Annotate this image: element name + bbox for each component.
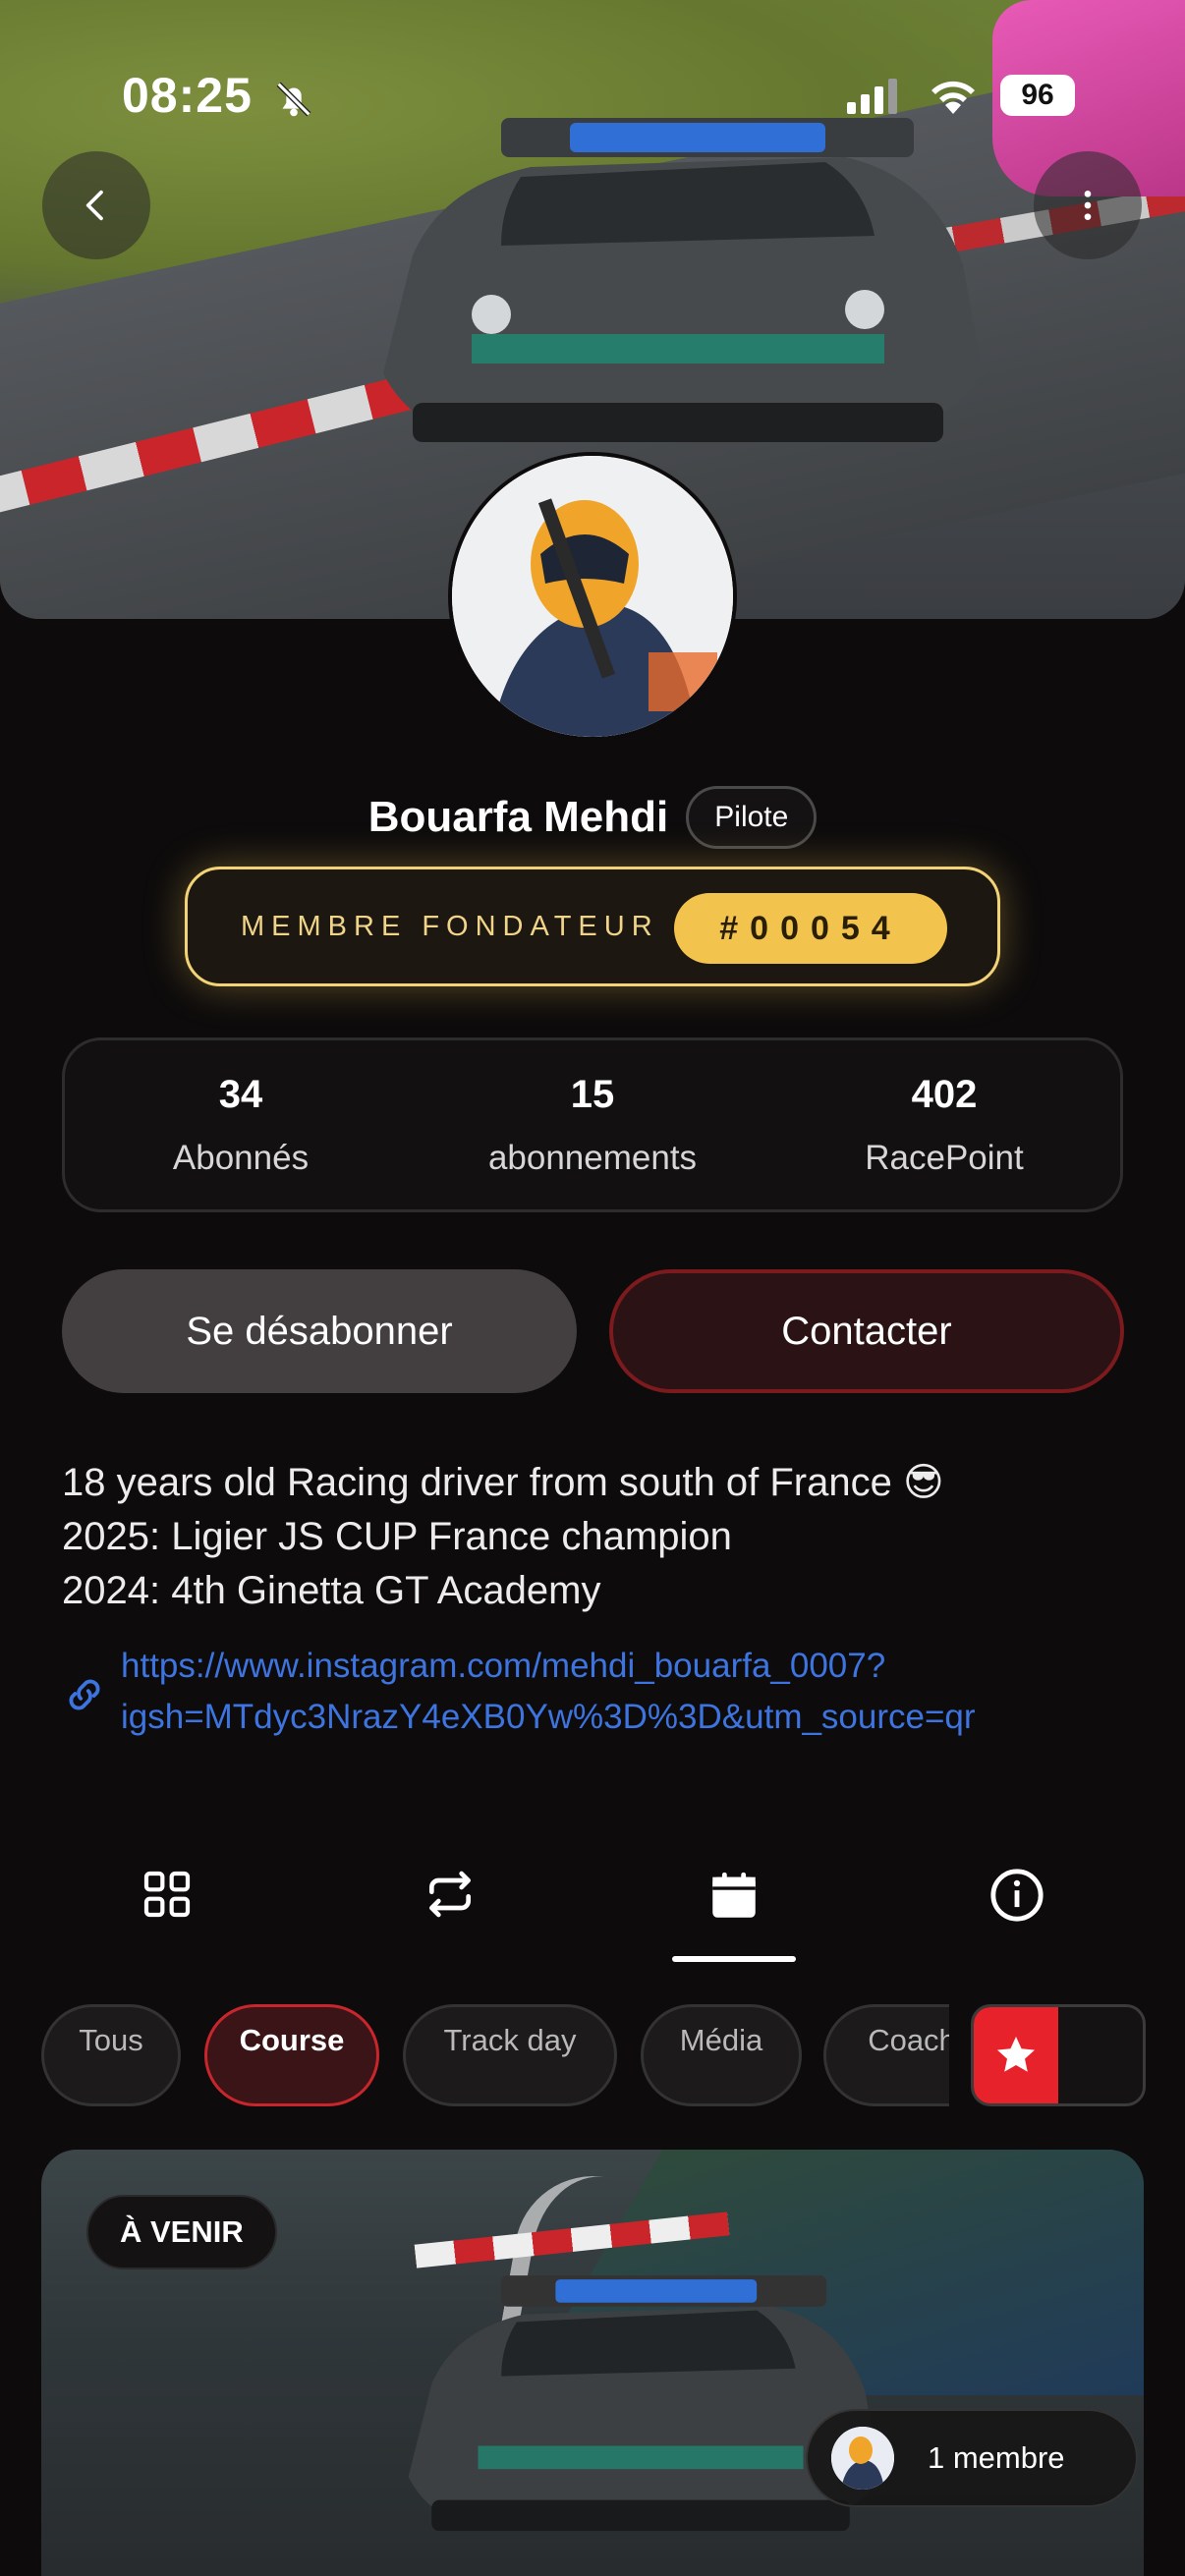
stat-following[interactable]: 15 abonnements: [417, 1040, 768, 1209]
stat-value: 34: [218, 1072, 263, 1116]
more-options-button[interactable]: [1034, 151, 1142, 259]
profile-name: Bouarfa Mehdi: [367, 793, 669, 841]
link-url-line: https://www.instagram.com/mehdi_bouarfa_…: [121, 1647, 886, 1685]
founder-member-badge: MEMBRE FONDATEUR #00054: [185, 867, 1000, 986]
stat-value: 15: [570, 1072, 615, 1116]
bio-line: 2025: Ligier JS CUP France champion: [62, 1515, 732, 1558]
info-icon: [990, 1869, 1044, 1922]
back-button[interactable]: [42, 151, 150, 259]
avatar[interactable]: [448, 452, 737, 741]
contact-button[interactable]: Contacter: [609, 1269, 1124, 1393]
profile-link[interactable]: https://www.instagram.com/mehdi_bouarfa_…: [62, 1641, 1143, 1743]
link-icon: [69, 1679, 100, 1710]
bio-line: 2024: 4th Ginetta GT Academy: [62, 1569, 601, 1612]
tab-posts[interactable]: [88, 1857, 246, 1965]
event-filters: Tous Course Track day Média Coach: [41, 2004, 1146, 2106]
profile-bio: 18 years old Racing driver from south of…: [62, 1456, 1143, 1618]
stat-racepoint[interactable]: 402 RacePoint: [768, 1040, 1120, 1209]
repost-icon: [429, 1871, 471, 1918]
wifi-icon: [931, 81, 975, 114]
member-avatar: [831, 2427, 894, 2490]
event-status-badge: À VENIR: [86, 2195, 277, 2269]
stat-label: Abonnés: [172, 1138, 310, 1177]
stat-label: RacePoint: [865, 1138, 1024, 1177]
stat-followers[interactable]: 34 Abonnés: [65, 1040, 417, 1209]
cellular-signal-icon: [847, 79, 897, 114]
event-car-illustration: [408, 2275, 881, 2532]
active-tab-indicator: [672, 1956, 796, 1962]
stat-value: 402: [911, 1072, 978, 1116]
founder-label: MEMBRE FONDATEUR: [241, 910, 659, 942]
favorites-toggle-active: [974, 2007, 1058, 2103]
unsubscribe-button[interactable]: Se désabonner: [62, 1269, 577, 1393]
tab-events[interactable]: [655, 1857, 813, 1965]
calendar-icon: [712, 1872, 756, 1918]
bio-line: 18 years old Racing driver from south of…: [62, 1461, 944, 1504]
filter-chip-tous[interactable]: Tous: [41, 2004, 181, 2106]
filter-chip-track-day[interactable]: Track day: [403, 2004, 617, 2106]
filter-chip-coach[interactable]: Coach: [823, 2004, 949, 2106]
battery-indicator: 96: [1000, 75, 1075, 116]
star-icon: [997, 2037, 1035, 2072]
avatar-photo: [452, 456, 733, 737]
status-bar: 08:25 96: [0, 0, 1185, 196]
link-url-line: igsh=MTdyc3NrazY4eXB0Yw%3D%3D&utm_source…: [121, 1698, 976, 1736]
member-avatar-photo: [831, 2427, 894, 2490]
members-count: 1 membre: [928, 2440, 1065, 2475]
filter-chip-course[interactable]: Course: [204, 2004, 379, 2106]
favorites-toggle[interactable]: [971, 2004, 1146, 2106]
founder-number: #00054: [674, 893, 947, 964]
more-vertical-icon: [1084, 191, 1092, 220]
link-url[interactable]: https://www.instagram.com/mehdi_bouarfa_…: [121, 1641, 976, 1743]
bell-muted-icon: [276, 82, 311, 117]
filter-chips: Tous Course Track day Média Coach: [41, 2004, 949, 2106]
profile-tabs: [0, 1857, 1185, 1965]
role-badge: Pilote: [686, 786, 818, 849]
event-members[interactable]: 1 membre: [806, 2409, 1138, 2507]
filter-chip-media[interactable]: Média: [641, 2004, 802, 2106]
tab-info[interactable]: [938, 1857, 1096, 1965]
profile-stats: 34 Abonnés 15 abonnements 402 RacePoint: [62, 1037, 1123, 1212]
stat-label: abonnements: [487, 1138, 698, 1177]
status-time: 08:25: [122, 68, 253, 123]
chevron-left-icon: [85, 190, 103, 221]
grid-icon: [143, 1871, 191, 1918]
profile-header: Bouarfa Mehdi Pilote: [0, 786, 1185, 849]
tab-reposts[interactable]: [371, 1857, 529, 1965]
event-card[interactable]: À VENIR 1 membre: [41, 2150, 1144, 2576]
